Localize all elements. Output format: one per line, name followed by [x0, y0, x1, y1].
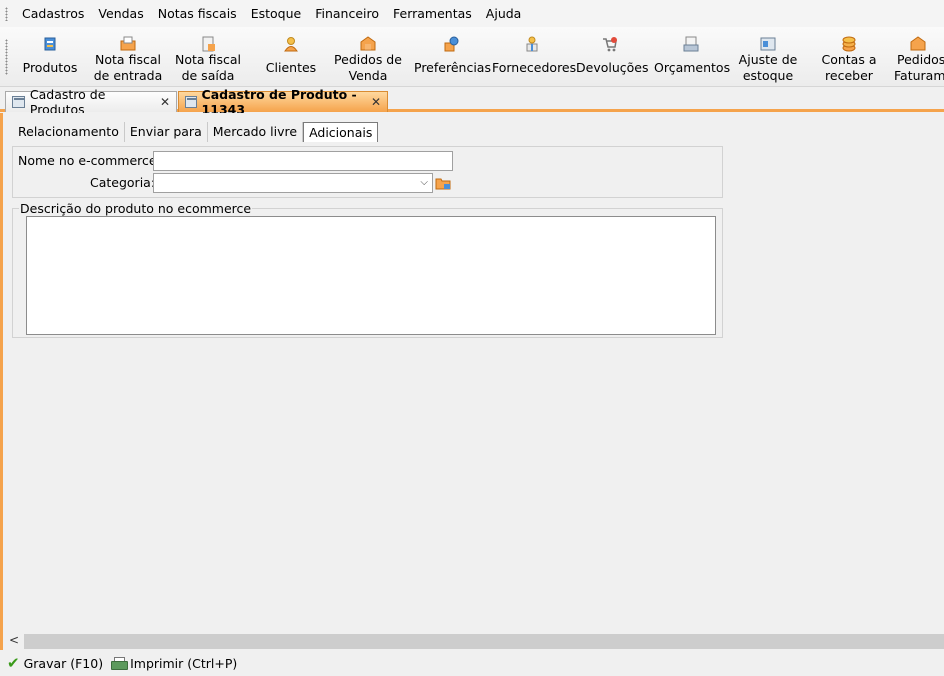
status-bar: ✔ Gravar (F10) Imprimir (Ctrl+P) — [0, 650, 944, 676]
orcamentos-button[interactable]: Orçamentos — [654, 27, 731, 86]
clientes-button[interactable]: Clientes — [260, 27, 322, 86]
menu-notas-fiscais[interactable]: Notas fiscais — [151, 6, 244, 21]
sub-tabs: Relacionamento Enviar para Mercado livre… — [13, 122, 379, 142]
content-area: Relacionamento Enviar para Mercado livre… — [0, 113, 944, 650]
pedidos-faturamento-button[interactable]: PedidosFaturame — [890, 27, 944, 86]
produtos-button[interactable]: Produtos — [20, 27, 80, 86]
menu-bar: Cadastros Vendas Notas fiscais Estoque F… — [0, 0, 944, 27]
window-icon — [185, 96, 197, 108]
tab-relacionamento[interactable]: Relacionamento — [13, 122, 125, 142]
ecommerce-panel: Nome no e-commerce: Categoria: ⌵ — [12, 146, 723, 198]
document-tabs: Cadastro de Produtos ✕ Cadastro de Produ… — [0, 87, 944, 117]
preferencias-label: Preferências — [414, 60, 491, 75]
orcamentos-label: Orçamentos — [654, 60, 731, 75]
ajuste-estoque-label: Ajuste de estoque — [738, 52, 798, 83]
menu-financeiro[interactable]: Financeiro — [308, 6, 386, 21]
produtos-icon — [42, 36, 58, 52]
tab-cadastro-produtos[interactable]: Cadastro de Produtos ✕ — [5, 87, 177, 117]
produtos-label: Produtos — [22, 60, 78, 75]
tab-mercado-livre[interactable]: Mercado livre — [208, 122, 304, 142]
ecommerce-name-label: Nome no e-commerce: — [18, 153, 161, 168]
ecommerce-name-input[interactable] — [153, 151, 453, 171]
nota-fiscal-saida-button[interactable]: Nota fiscal de saída — [172, 27, 244, 86]
devolucoes-label: Devoluções — [576, 60, 649, 75]
quote-icon — [683, 36, 699, 52]
print-button[interactable]: Imprimir (Ctrl+P) — [111, 656, 237, 671]
contas-receber-label: Contas a receber — [821, 52, 877, 83]
pedidos-faturamento-label: PedidosFaturame — [894, 52, 944, 83]
window-icon — [12, 96, 25, 108]
nota-fiscal-entrada-button[interactable]: Nota fiscal de entrada — [92, 27, 164, 86]
return-cart-icon — [602, 36, 618, 52]
ajuste-estoque-button[interactable]: Ajuste de estoque — [736, 27, 800, 86]
tab-enviar-para[interactable]: Enviar para — [125, 122, 208, 142]
nota-fiscal-saida-label: Nota fiscal de saída — [175, 52, 241, 83]
save-button[interactable]: ✔ Gravar (F10) — [7, 654, 103, 672]
contas-receber-button[interactable]: Contas a receber — [816, 27, 882, 86]
preferencias-button[interactable]: Preferências — [414, 27, 491, 86]
close-icon[interactable]: ✕ — [371, 95, 381, 109]
save-label: Gravar (F10) — [23, 655, 104, 671]
chevron-left-icon[interactable]: < — [9, 633, 19, 647]
checkmark-icon: ✔ — [7, 654, 20, 672]
menu-grip[interactable] — [5, 6, 8, 21]
printer-icon — [111, 656, 129, 670]
description-legend: Descrição do produto no ecommerce — [19, 201, 253, 216]
menu-vendas[interactable]: Vendas — [91, 6, 150, 21]
main-toolbar: Produtos Nota fiscal de entrada Nota fisc… — [0, 27, 944, 87]
tab-adicionais[interactable]: Adicionais — [303, 122, 379, 142]
invoice-out-icon — [200, 36, 216, 52]
fornecedores-button[interactable]: Fornecedores — [492, 27, 577, 86]
fornecedores-label: Fornecedores — [492, 60, 577, 75]
order-box-icon — [360, 36, 376, 52]
toolbar-grip[interactable] — [5, 39, 8, 75]
stock-adjust-icon — [760, 36, 776, 52]
close-icon[interactable]: ✕ — [160, 95, 170, 109]
menu-estoque[interactable]: Estoque — [244, 6, 309, 21]
pedidos-venda-button[interactable]: Pedidos de Venda — [334, 27, 402, 86]
preferences-icon — [443, 36, 459, 52]
chevron-down-icon[interactable]: ⌵ — [420, 177, 428, 188]
scrollbar-track[interactable] — [24, 634, 944, 649]
tab-cadastro-produto-11343[interactable]: Cadastro de Produto - 11343 ✕ — [178, 87, 388, 117]
coins-icon — [841, 36, 857, 52]
user-icon — [283, 36, 299, 52]
devolucoes-button[interactable]: Devoluções — [576, 27, 649, 86]
menu-cadastros[interactable]: Cadastros — [15, 6, 91, 21]
category-label: Categoria: — [90, 175, 156, 190]
pedidos-venda-label: Pedidos de Venda — [334, 52, 402, 83]
horizontal-scrollbar[interactable]: < — [6, 633, 944, 650]
description-group: Descrição do produto no ecommerce — [12, 202, 723, 338]
supplier-icon — [524, 36, 540, 52]
nota-fiscal-entrada-label: Nota fiscal de entrada — [93, 52, 163, 83]
menu-ajuda[interactable]: Ajuda — [479, 6, 529, 21]
invoice-in-icon — [120, 36, 136, 52]
print-label: Imprimir (Ctrl+P) — [130, 655, 238, 671]
category-select[interactable]: ⌵ — [153, 173, 433, 193]
billing-box-icon — [910, 36, 926, 52]
folder-add-icon[interactable] — [435, 175, 451, 191]
menu-ferramentas[interactable]: Ferramentas — [386, 6, 479, 21]
description-textarea[interactable] — [26, 216, 716, 335]
clientes-label: Clientes — [265, 60, 317, 75]
